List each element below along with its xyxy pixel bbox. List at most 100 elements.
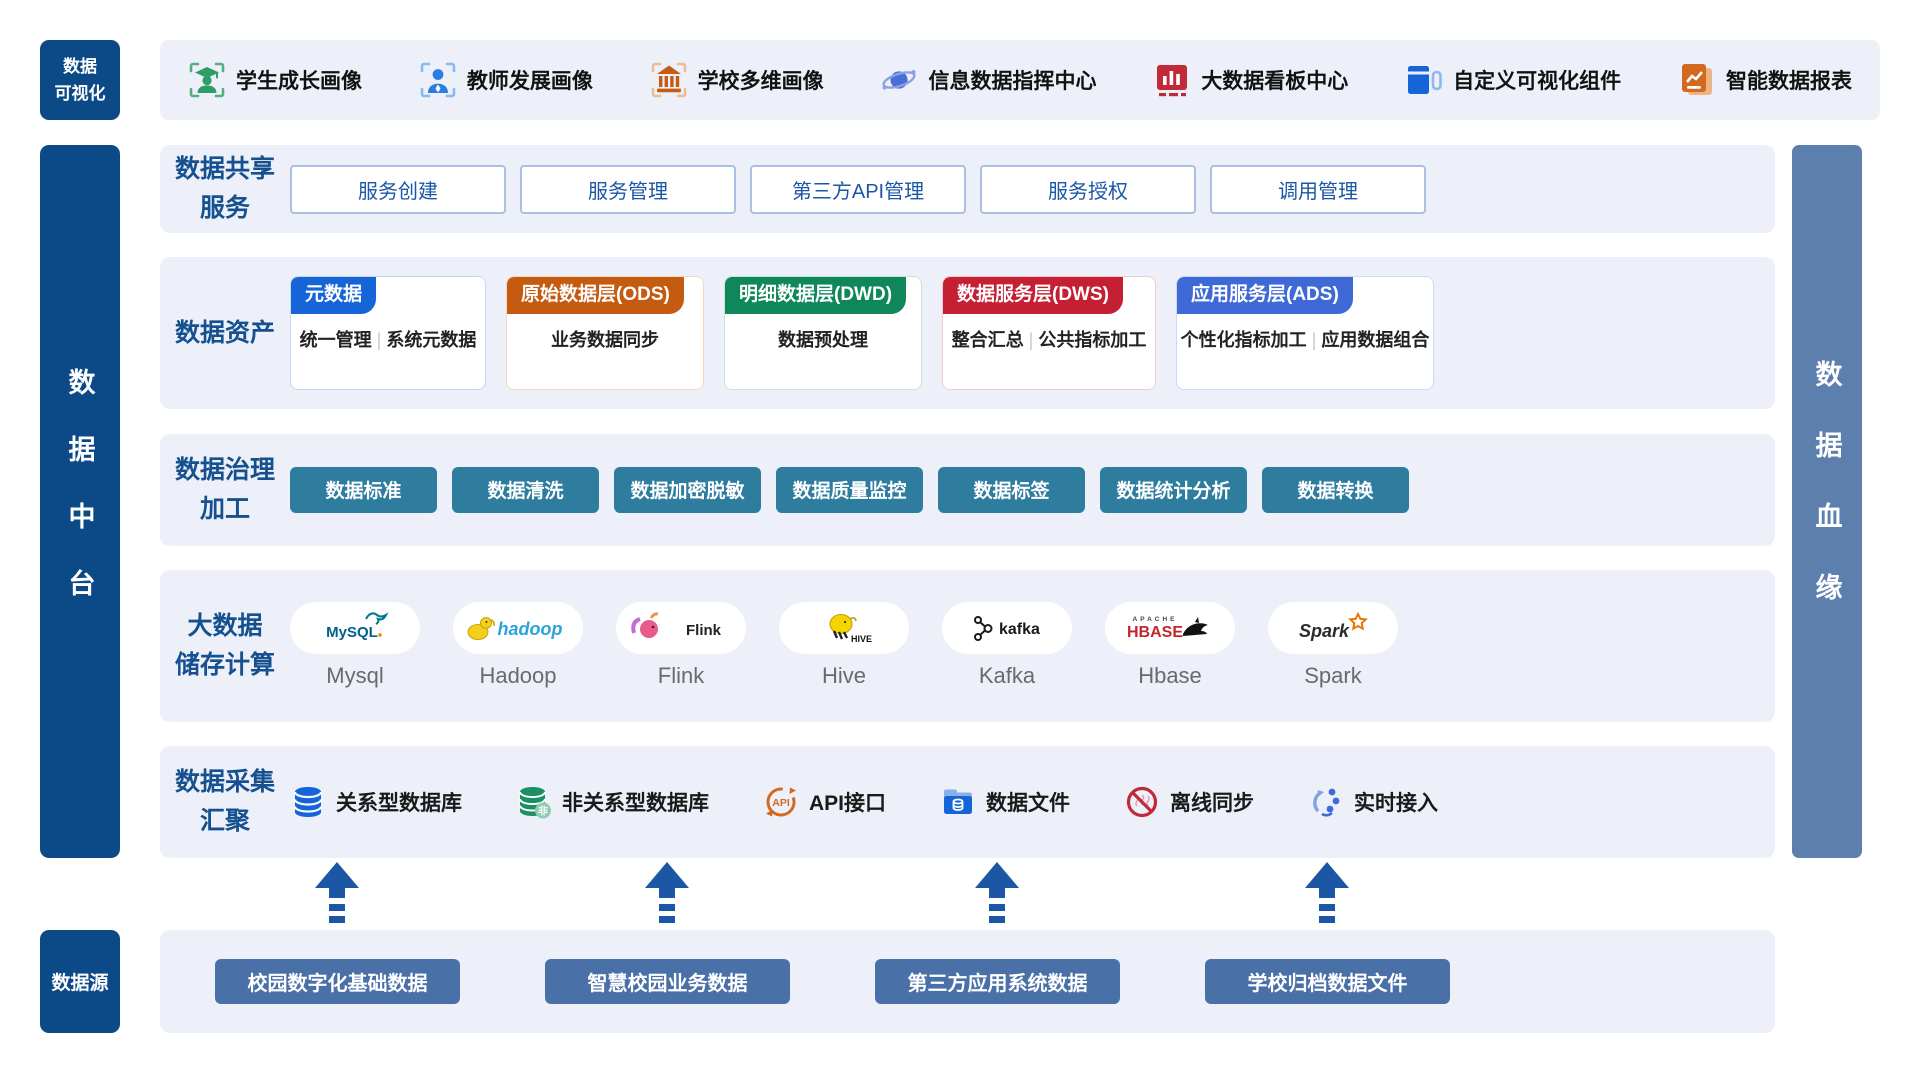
row-data-collection: 数据采集 汇聚 关系型数据库 — [160, 746, 1775, 858]
architecture-diagram: 数据 可视化 数据中台 数据源 数据血缘 学生成长画像 — [0, 0, 1920, 1080]
hive-logo: HIVE — [779, 602, 909, 654]
rail-data-source: 数据源 — [40, 930, 120, 1033]
storage-name: Mysql — [326, 663, 383, 689]
asset-card-ods: 原始数据层(ODS) 业务数据同步 — [506, 276, 704, 390]
collection-item-realtime-access: 实时接入 — [1308, 784, 1438, 820]
asset-body: 业务数据同步 — [507, 326, 703, 352]
source-archive-file-button[interactable]: 学校归档数据文件 — [1205, 959, 1450, 1004]
viz-item-label: 教师发展画像 — [467, 65, 593, 95]
dashboard-center-icon — [1153, 61, 1191, 99]
collection-label: 实时接入 — [1354, 787, 1438, 817]
viz-item-smart-report[interactable]: 智能数据报表 — [1678, 61, 1852, 99]
collection-item-api: API API接口 — [763, 784, 886, 820]
data-tag-button[interactable]: 数据标签 — [938, 467, 1085, 513]
svg-text:APACHE: APACHE — [1133, 616, 1178, 623]
nonrelational-db-icon: 非 — [516, 784, 552, 820]
row-data-governance: 数据治理 加工 数据标准 数据清洗 数据加密脱敏 数据质量监控 数据标签 数据统… — [160, 434, 1775, 546]
data-transform-button[interactable]: 数据转换 — [1262, 467, 1409, 513]
realtime-access-icon — [1308, 784, 1344, 820]
viz-item-command-center[interactable]: 信息数据指挥中心 — [880, 61, 1096, 99]
asset-card-metadata: 元数据 统一管理|系统元数据 — [290, 276, 486, 390]
asset-body: 数据预处理 — [725, 326, 921, 352]
storage-name: Hbase — [1138, 663, 1202, 689]
viz-item-label: 智能数据报表 — [1726, 65, 1852, 95]
data-file-icon — [940, 784, 976, 820]
data-clean-button[interactable]: 数据清洗 — [452, 467, 599, 513]
storage-item-spark: Spark Spark — [1268, 602, 1398, 689]
collection-item-nonrelational-db: 非 非关系型数据库 — [516, 784, 709, 820]
row-data-sharing-service: 数据共享 服务 服务创建 服务管理 第三方API管理 服务授权 调用管理 — [160, 145, 1775, 233]
student-portrait-icon — [188, 61, 226, 99]
custom-component-icon — [1405, 61, 1443, 99]
collection-label: 数据文件 — [986, 787, 1070, 817]
storage-name: Hadoop — [479, 663, 556, 689]
source-smart-campus-button[interactable]: 智慧校园业务数据 — [545, 959, 790, 1004]
rail-data-platform: 数据中台 — [40, 145, 120, 858]
asset-card-dws: 数据服务层(DWS) 整合汇总|公共指标加工 — [942, 276, 1156, 390]
asset-body: 统一管理|系统元数据 — [291, 326, 485, 352]
storage-item-hadoop: hadoop Hadoop — [453, 602, 583, 689]
viz-item-label: 学校多维画像 — [698, 65, 824, 95]
storage-item-kafka: kafka Kafka — [942, 602, 1072, 689]
viz-item-dashboard-center[interactable]: 大数据看板中心 — [1153, 61, 1348, 99]
teacher-portrait-icon — [419, 61, 457, 99]
svg-text:HIVE: HIVE — [851, 634, 872, 644]
asset-body: 整合汇总|公共指标加工 — [943, 326, 1155, 352]
row-label-collection: 数据采集 汇聚 — [160, 763, 290, 841]
up-arrow-icon — [315, 862, 359, 926]
row-bigdata-storage: 大数据 储存计算 MySQL Mysql — [160, 570, 1775, 722]
data-quality-button[interactable]: 数据质量监控 — [776, 467, 923, 513]
viz-item-teacher-portrait[interactable]: 教师发展画像 — [419, 61, 593, 99]
collection-label: 关系型数据库 — [336, 787, 462, 817]
up-arrow-icon — [645, 862, 689, 926]
rail-data-lineage: 数据血缘 — [1792, 145, 1862, 858]
asset-tag: 应用服务层(ADS) — [1177, 277, 1353, 314]
service-manage-button[interactable]: 服务管理 — [520, 165, 736, 214]
viz-item-label: 自定义可视化组件 — [1453, 65, 1621, 95]
hadoop-logo: hadoop — [453, 602, 583, 654]
data-encrypt-button[interactable]: 数据加密脱敏 — [614, 467, 761, 513]
service-create-button[interactable]: 服务创建 — [290, 165, 506, 214]
svg-text:kafka: kafka — [999, 621, 1040, 638]
asset-tag: 明细数据层(DWD) — [725, 277, 906, 314]
storage-name: Spark — [1304, 663, 1361, 689]
data-standard-button[interactable]: 数据标准 — [290, 467, 437, 513]
row-data-assets: 数据资产 元数据 统一管理|系统元数据 原始数据层(ODS) 业务数据同步 明细… — [160, 257, 1775, 409]
collection-label: 非关系型数据库 — [562, 787, 709, 817]
api-icon: API — [763, 784, 799, 820]
source-campus-digital-button[interactable]: 校园数字化基础数据 — [215, 959, 460, 1004]
storage-item-hbase: APACHE HBASE Hbase — [1105, 602, 1235, 689]
school-portrait-icon — [650, 61, 688, 99]
viz-item-school-portrait[interactable]: 学校多维画像 — [650, 61, 824, 99]
service-auth-button[interactable]: 服务授权 — [980, 165, 1196, 214]
asset-tag: 元数据 — [291, 277, 376, 314]
source-third-party-button[interactable]: 第三方应用系统数据 — [875, 959, 1120, 1004]
asset-body: 个性化指标加工|应用数据组合 — [1177, 326, 1433, 352]
smart-report-icon — [1678, 61, 1716, 99]
viz-item-label: 学生成长画像 — [236, 65, 362, 95]
flow-arrows — [160, 858, 1775, 928]
asset-tag: 数据服务层(DWS) — [943, 277, 1123, 314]
up-arrow-icon — [975, 862, 1019, 926]
svg-text:非: 非 — [538, 805, 548, 818]
asset-card-ads: 应用服务层(ADS) 个性化指标加工|应用数据组合 — [1176, 276, 1434, 390]
data-stats-button[interactable]: 数据统计分析 — [1100, 467, 1247, 513]
row-data-sources: 校园数字化基础数据 智慧校园业务数据 第三方应用系统数据 学校归档数据文件 — [160, 930, 1775, 1033]
call-manage-button[interactable]: 调用管理 — [1210, 165, 1426, 214]
viz-item-custom-component[interactable]: 自定义可视化组件 — [1405, 61, 1621, 99]
relational-db-icon — [290, 784, 326, 820]
storage-name: Flink — [658, 663, 704, 689]
row-label-assets: 数据资产 — [160, 314, 290, 353]
svg-text:HBASE: HBASE — [1127, 624, 1183, 641]
third-party-api-button[interactable]: 第三方API管理 — [750, 165, 966, 214]
offline-sync-icon — [1124, 784, 1160, 820]
row-label-sharing: 数据共享 服务 — [160, 150, 290, 228]
storage-item-hive: HIVE Hive — [779, 602, 909, 689]
viz-item-student-portrait[interactable]: 学生成长画像 — [188, 61, 362, 99]
svg-text:hadoop: hadoop — [498, 619, 563, 639]
svg-text:MySQL: MySQL — [326, 624, 378, 641]
command-center-icon — [880, 61, 918, 99]
asset-tag: 原始数据层(ODS) — [507, 277, 684, 314]
viz-item-label: 信息数据指挥中心 — [928, 65, 1096, 95]
collection-item-offline-sync: 离线同步 — [1124, 784, 1254, 820]
